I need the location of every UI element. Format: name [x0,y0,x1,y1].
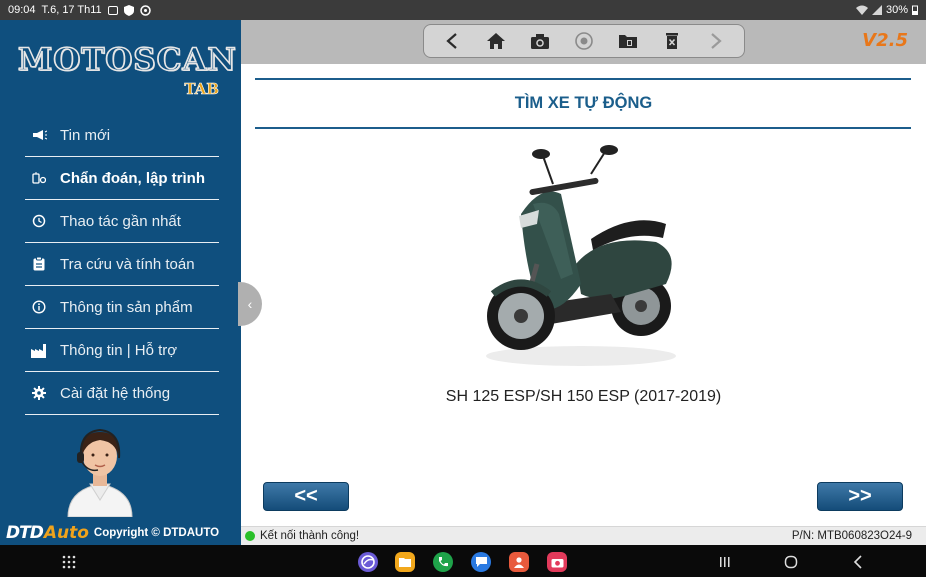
title-top-divider [255,78,911,80]
battery-icon [912,5,918,15]
forward-button[interactable] [703,28,729,54]
app-screen: 09:04 T.6, 17 Th11 30% MOTOSCAN TAB Tin … [0,0,926,577]
internet-app-button[interactable] [358,552,378,572]
gear-icon [31,385,47,401]
sidebar-item-news[interactable]: Tin mới [25,114,219,157]
chevron-left-nav-icon [853,555,862,569]
next-button[interactable]: >> [817,482,903,511]
support-agent-avatar [67,428,133,517]
part-number: P/N: MTB060823O24-9 [791,530,912,542]
main-panel: TÌM XE TỰ ĐỘNG ‹ SH 125 ESP/SH 150 ESP (… [238,64,926,526]
system-navigation-bar [0,545,926,577]
camera-app-icon [551,558,563,567]
delete-button[interactable] [659,28,685,54]
sidebar-item-settings[interactable]: Cài đặt hệ thống [25,372,219,415]
copyright-text: Copyright © DTDAUTO [93,527,220,539]
phone-app-button[interactable] [433,552,453,572]
home-circle-icon [784,555,798,569]
connection-status-bar: Kết nối thành công! P/N: MTB060823O24-9 [241,526,926,545]
connected-indicator-icon [245,531,255,541]
folder-button[interactable] [615,28,641,54]
files-app-button[interactable] [395,552,415,572]
app-grid-icon [62,555,76,569]
messages-app-button[interactable] [471,552,491,572]
date: T.6, 17 Th11 [41,4,102,16]
gallery-notification-icon [107,5,118,15]
toolbar-buttons [423,24,745,58]
clipboard-icon [31,256,47,272]
signal-icon [871,5,882,15]
title-bottom-divider [255,127,911,129]
app-drawer-button[interactable] [60,552,78,572]
logo-main-text: MOTOSCAN [17,41,237,79]
diagnostic-icon [31,170,47,186]
forward-icon [711,33,722,49]
message-icon [475,557,487,567]
info-icon [31,299,47,315]
sidebar-item-label: Chẩn đoán, lập trình [60,169,205,187]
battery-level: 30% [885,4,908,16]
sidebar-item-history[interactable]: Thao tác gần nhất [25,200,219,243]
sidebar-item-product-info[interactable]: Thông tin sản phẩm [25,286,219,329]
version-label: V2.5 [862,30,908,51]
sidebar-item-label: Thông tin sản phẩm [60,298,193,316]
recents-icon [720,557,730,567]
sidebar-item-label: Thao tác gần nhất [60,212,181,230]
motoscan-logo: MOTOSCAN TAB [17,41,237,112]
camera-icon [531,33,549,49]
brand-auto-text: Auto [43,523,89,543]
camera-app-button[interactable] [547,552,567,572]
double-chevron-right-icon: >> [848,485,872,507]
sidebar-item-diagnostics[interactable]: Chẩn đoán, lập trình [25,157,219,200]
contacts-app-button[interactable] [509,552,529,572]
back-button[interactable] [439,28,465,54]
sidebar-item-label: Cài đặt hệ thống [60,384,171,402]
sidebar-item-support[interactable]: Thông tin | Hỗ trợ [25,329,219,372]
shield-notification-icon [123,4,134,16]
delete-icon [666,33,678,49]
home-button[interactable] [483,28,509,54]
phone-icon [439,557,448,567]
sidebar-menu: Tin mới Chẩn đoán, lập trình Thao tác gầ… [25,114,219,415]
back-icon [446,33,457,49]
footer-brand: DTD Auto Copyright © DTDAUTO [6,523,219,543]
sidebar-item-label: Thông tin | Hỗ trợ [60,341,178,359]
logo-sub-text: TAB [184,80,219,99]
sidebar-item-lookup[interactable]: Tra cứu và tính toán [25,243,219,286]
top-toolbar: V2.5 [241,20,926,64]
megaphone-icon [31,127,47,143]
system-status-bar: 09:04 T.6, 17 Th11 30% [0,0,926,20]
folder-icon [619,35,637,48]
contact-icon [514,557,524,568]
previous-button[interactable]: << [263,482,349,511]
target-notification-icon [139,4,151,16]
page-title: TÌM XE TỰ ĐỘNG [514,94,653,112]
sidebar-item-label: Tra cứu và tính toán [60,255,195,273]
home-icon [487,33,505,49]
record-icon [575,32,593,50]
brand-dtd-text: DTD [6,523,44,543]
record-button[interactable] [571,28,597,54]
scooter-image [486,145,676,366]
browser-icon [361,555,375,569]
chevron-left-icon: ‹ [247,296,253,312]
sidebar-collapse-button[interactable]: ‹ [238,282,262,326]
clock: 09:04 [8,4,36,16]
back-nav-button[interactable] [851,552,865,572]
recents-button[interactable] [718,552,732,572]
factory-icon [31,342,47,358]
double-chevron-left-icon: << [294,485,318,507]
sidebar-item-label: Tin mới [60,126,111,144]
folder-app-icon [399,558,411,567]
vehicle-model-name: SH 125 ESP/SH 150 ESP (2017-2019) [445,388,722,405]
connection-status-text: Kết nối thành công! [260,530,360,542]
home-nav-button[interactable] [783,552,799,572]
screenshot-button[interactable] [527,28,553,54]
history-icon [31,213,47,229]
sidebar: MOTOSCAN TAB Tin mới Chẩn đoán, lập trìn… [0,20,241,545]
wifi-icon [855,5,868,15]
